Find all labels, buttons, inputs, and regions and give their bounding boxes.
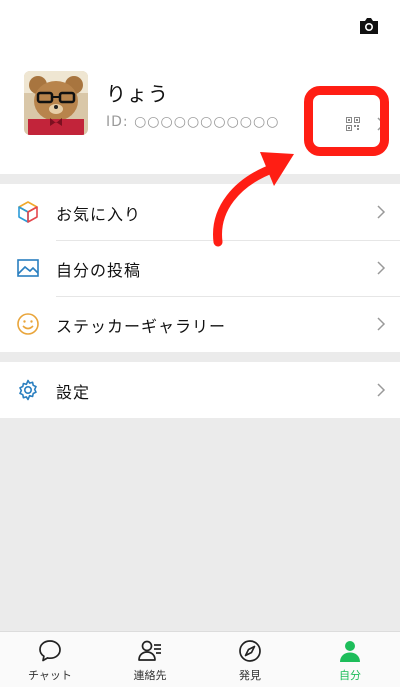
image-icon xyxy=(17,259,39,277)
avatar[interactable] xyxy=(24,71,88,135)
chevron-right-icon xyxy=(377,317,386,331)
chevron-right-icon xyxy=(377,261,386,275)
tab-discover[interactable]: 発見 xyxy=(200,632,300,687)
camera-icon[interactable] xyxy=(358,17,380,35)
chevron-right-icon[interactable] xyxy=(376,117,386,131)
tab-label: 自分 xyxy=(339,669,361,682)
tab-contacts[interactable]: 連絡先 xyxy=(100,632,200,687)
teddy-bear-avatar-image xyxy=(24,71,88,135)
gear-icon xyxy=(19,379,37,401)
qr-code-icon[interactable] xyxy=(346,117,360,131)
menu-item-label: 設定 xyxy=(56,383,91,402)
menu-item-label: ステッカーギャラリー xyxy=(56,317,227,336)
settings-section: 設定 xyxy=(0,362,400,418)
menu-item-favorites[interactable]: お気に入り xyxy=(0,184,400,240)
menu-item-label: 自分の投稿 xyxy=(56,261,142,280)
chat-bubble-icon xyxy=(39,640,61,662)
contacts-icon xyxy=(138,640,161,661)
chevron-right-icon xyxy=(377,205,386,219)
profile-name: りょう xyxy=(106,82,169,106)
cube-icon xyxy=(18,201,38,223)
bottom-tab-bar: チャット 連絡先 発見 自分 xyxy=(0,631,400,687)
profile-card[interactable]: りょう ID: ○○○○○○○○○○○ xyxy=(0,56,400,174)
tab-label: 連絡先 xyxy=(133,669,167,682)
tab-label: 発見 xyxy=(239,669,261,682)
tab-me[interactable]: 自分 xyxy=(300,632,400,687)
compass-icon xyxy=(239,640,261,662)
chevron-right-icon xyxy=(377,383,386,397)
menu-section: お気に入り 自分の投稿 ステッカーギャラリー xyxy=(0,184,400,352)
menu-item-my-posts[interactable]: 自分の投稿 xyxy=(0,240,400,296)
tab-chat[interactable]: チャット xyxy=(0,632,100,687)
top-bar xyxy=(0,0,400,56)
menu-item-label: お気に入り xyxy=(56,205,142,224)
menu-item-settings[interactable]: 設定 xyxy=(0,362,400,418)
tab-label: チャット xyxy=(28,669,72,682)
person-icon xyxy=(340,641,360,662)
menu-item-sticker-gallery[interactable]: ステッカーギャラリー xyxy=(0,296,400,352)
profile-id: ID: ○○○○○○○○○○○ xyxy=(106,114,280,130)
smiley-icon xyxy=(17,313,39,335)
